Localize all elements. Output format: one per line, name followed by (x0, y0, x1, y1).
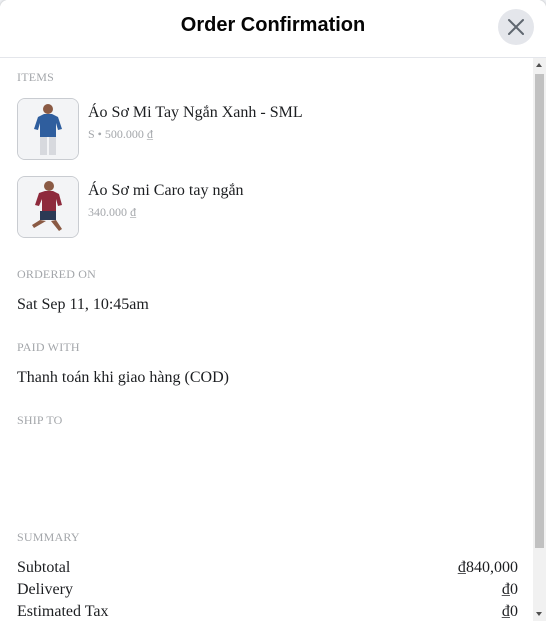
ordered-on-value: Sat Sep 11, 10:45am (17, 296, 149, 313)
order-confirmation-dialog: Order Confirmation ITEMS Áo Sơ Mi Tay Ng… (0, 0, 546, 621)
scroll-down-arrow-icon[interactable] (536, 612, 542, 616)
summary-label: SUMMARY (17, 530, 80, 544)
summary-row-subtotal: Subtotal ₫840,000 (17, 559, 518, 579)
items-section-label: ITEMS (17, 70, 54, 84)
summary-row-label: Estimated Tax (17, 603, 109, 620)
ship-to-label: SHIP TO (17, 413, 63, 427)
vertical-scrollbar[interactable] (533, 58, 546, 621)
blue-shirt-product-image (17, 98, 79, 160)
dialog-header: Order Confirmation (0, 0, 546, 58)
order-item[interactable]: Áo Sơ Mi Tay Ngắn Xanh - SML S • 500.000… (17, 98, 517, 160)
item-name: Áo Sơ Mi Tay Ngắn Xanh - SML (88, 104, 303, 121)
item-detail: 340.000 ₫ (88, 205, 137, 219)
close-button[interactable] (498, 9, 534, 45)
summary-row-value: ₫0 (501, 581, 518, 598)
dialog-content[interactable]: ITEMS Áo Sơ Mi Tay Ngắn Xanh - SML S • 5… (0, 58, 533, 621)
dialog-title: Order Confirmation (180, 14, 366, 36)
order-item[interactable]: Áo Sơ mi Caro tay ngắn 340.000 ₫ (17, 176, 517, 238)
checkered-shirt-product-image (17, 176, 79, 238)
item-name: Áo Sơ mi Caro tay ngắn (88, 182, 244, 199)
summary-row-value: ₫840,000 (457, 559, 518, 576)
summary-row-label: Delivery (17, 581, 73, 598)
item-detail: S • 500.000 ₫ (88, 127, 154, 141)
close-icon (508, 19, 524, 35)
ordered-on-label: ORDERED ON (17, 267, 96, 281)
summary-row-delivery: Delivery ₫0 (17, 581, 518, 601)
summary-row-label: Subtotal (17, 559, 71, 576)
summary-row-estimated-tax: Estimated Tax ₫0 (17, 603, 518, 621)
paid-with-label: PAID WITH (17, 340, 80, 354)
scroll-up-arrow-icon[interactable] (536, 63, 542, 67)
scrollbar-thumb[interactable] (535, 74, 544, 548)
summary-row-value: ₫0 (501, 603, 518, 620)
paid-with-value: Thanh toán khi giao hàng (COD) (17, 369, 229, 386)
